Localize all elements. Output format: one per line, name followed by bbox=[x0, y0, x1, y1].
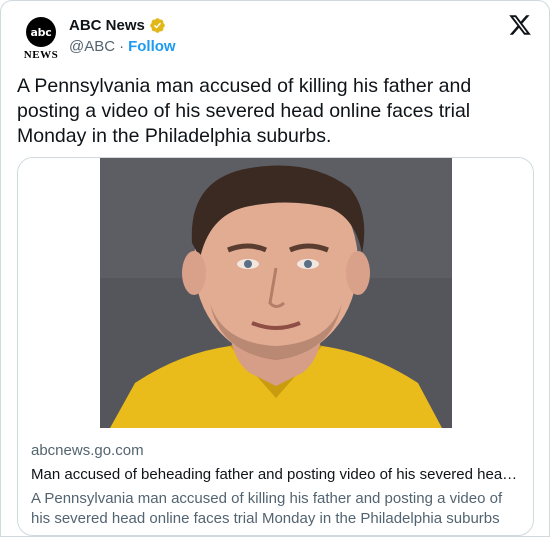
tweet-embed: abc NEWS ABC News @ABC · Follow A Pennsy… bbox=[0, 0, 550, 537]
link-card[interactable]: abcnews.go.com Man accused of beheading … bbox=[17, 157, 534, 536]
card-description: A Pennsylvania man accused of killing hi… bbox=[31, 490, 503, 527]
card-meta: abcnews.go.com Man accused of beheading … bbox=[31, 442, 520, 529]
abc-logo-icon: abc bbox=[26, 17, 56, 47]
card-domain: abcnews.go.com bbox=[31, 442, 144, 459]
follow-button[interactable]: Follow bbox=[128, 38, 176, 55]
tweet-header: abc NEWS ABC News @ABC · Follow bbox=[17, 13, 533, 63]
separator-dot: · bbox=[119, 38, 125, 55]
x-logo-icon[interactable] bbox=[507, 13, 533, 39]
card-image[interactable] bbox=[18, 158, 533, 428]
tweet-text: A Pennsylvania man accused of killing hi… bbox=[17, 75, 472, 147]
avatar-news-label: NEWS bbox=[23, 49, 59, 61]
card-title[interactable]: Man accused of beheading father and post… bbox=[31, 466, 520, 483]
avatar[interactable]: abc NEWS bbox=[17, 13, 65, 61]
display-name[interactable]: ABC News bbox=[69, 17, 145, 34]
mugshot-photo bbox=[100, 158, 452, 428]
handle[interactable]: @ABC bbox=[69, 38, 115, 55]
author-info: ABC News @ABC · Follow bbox=[69, 17, 176, 55]
verified-badge-icon bbox=[149, 17, 166, 34]
